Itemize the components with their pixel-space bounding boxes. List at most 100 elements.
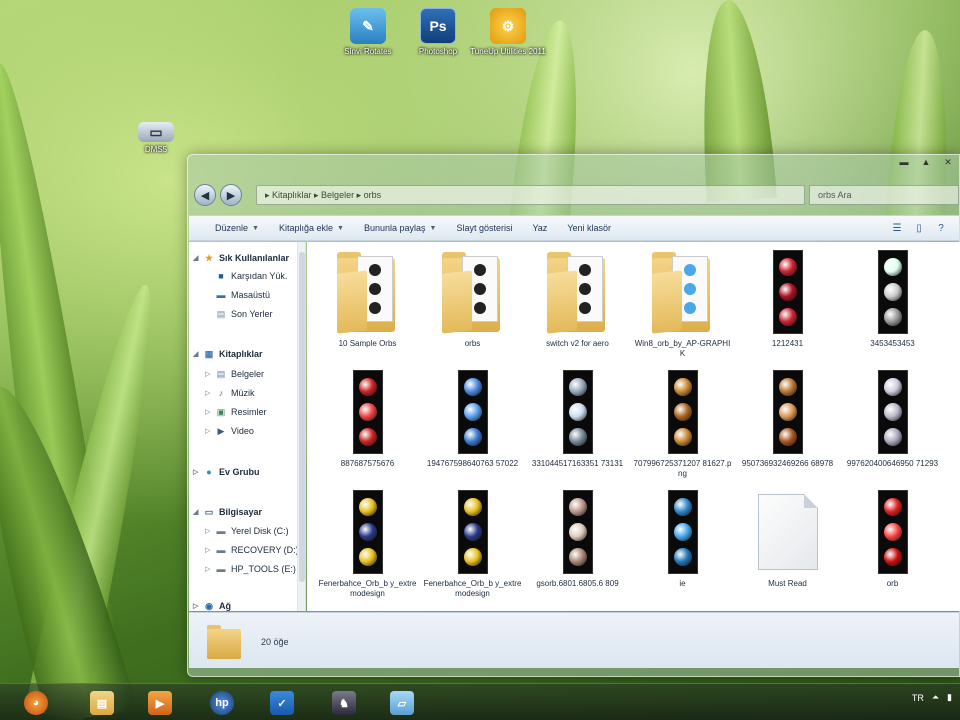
help-icon[interactable]: ?: [933, 221, 949, 235]
nav-label: Sık Kullanılanlar: [219, 253, 290, 263]
forward-button[interactable]: ▶: [220, 184, 242, 206]
nav-recovery[interactable]: ▷ ▬ RECOVERY (D:): [205, 542, 299, 558]
nav-label: RECOVERY (D:): [231, 545, 299, 555]
nav-computer[interactable]: ◢ ▭ Bilgisayar: [193, 504, 262, 520]
organize-label: Düzenle: [215, 223, 249, 233]
item-thumbnail: [323, 488, 413, 576]
taskbar-media-player[interactable]: ▶: [134, 688, 186, 718]
item-thumbnail: [428, 248, 518, 336]
nav-music[interactable]: ▷ ♪ Müzik: [205, 385, 255, 401]
file-item[interactable]: Fenerbahce_Orb_b y_extremodesign: [315, 488, 420, 608]
nav-label: Kitaplıklar: [219, 349, 263, 359]
nav-hp-tools[interactable]: ▷ ▬ HP_TOOLS (E:): [205, 561, 296, 577]
taskbar-notes[interactable]: ▱: [376, 688, 428, 718]
nav-desktop[interactable]: ▬ Masaüstü: [215, 287, 271, 303]
nav-libraries[interactable]: ◢ ▦ Kitaplıklar: [193, 346, 263, 362]
address-bar[interactable]: ▸ Kitaplıklar ▸ Belgeler ▸ orbs: [256, 185, 805, 205]
chevron-down-icon: ▼: [337, 224, 344, 232]
organize-button[interactable]: Düzenle ▼: [205, 218, 269, 238]
item-name: switch v2 for aero: [546, 339, 609, 348]
slideshow-button[interactable]: Slayt gösterisi: [446, 218, 522, 238]
explorer-window: ▬ ▲ ✕ ◀ ▶ ▸ Kitaplıklar ▸ Belgeler ▸ orb…: [187, 154, 960, 677]
nav-label: Son Yerler: [231, 309, 273, 319]
taskbar-explorer[interactable]: ▤: [76, 688, 128, 718]
nav-recent[interactable]: ▤ Son Yerler: [215, 306, 273, 322]
folder-item[interactable]: switch v2 for aero: [525, 248, 630, 368]
address-row: ◀ ▶ ▸ Kitaplıklar ▸ Belgeler ▸ orbs orbs…: [194, 181, 959, 209]
tray-arrow-icon[interactable]: ⏶: [932, 692, 939, 703]
folder-item[interactable]: 10 Sample Orbs: [315, 248, 420, 368]
item-thumbnail: [848, 488, 938, 576]
minimize-button[interactable]: ▬: [893, 155, 915, 169]
computer-icon: ▭: [204, 506, 214, 517]
folder-item[interactable]: orbs: [420, 248, 525, 368]
expand-arrow-icon: ▷: [205, 547, 211, 554]
maximize-button[interactable]: ▲: [915, 155, 937, 169]
nav-favorites[interactable]: ◢ ★ Sık Kullanılanlar: [193, 250, 289, 266]
item-thumbnail: [848, 248, 938, 336]
recent-places-icon: ▤: [216, 308, 226, 319]
nav-label: Ev Grubu: [219, 467, 260, 477]
item-name: gsorb.6801.6805.6 809: [536, 579, 619, 588]
item-name: 331044517163351 73131: [531, 459, 624, 468]
disk-icon: ▬: [216, 526, 226, 536]
file-item[interactable]: 3453453453: [840, 248, 945, 368]
desktop-icon-photoshop[interactable]: Ps Photoshop: [398, 8, 478, 57]
desktop-icon-drive[interactable]: ▭ DMS5: [116, 122, 196, 155]
taskbar-firefox[interactable]: ◕: [10, 688, 62, 718]
file-item[interactable]: 331044517163351 73131: [525, 368, 630, 488]
view-options-icon[interactable]: ☰: [889, 221, 905, 235]
file-item[interactable]: Must Read: [735, 488, 840, 608]
homegroup-icon: ●: [206, 467, 212, 477]
nav-homegroup[interactable]: ▷ ● Ev Grubu: [193, 464, 260, 480]
close-button[interactable]: ✕: [937, 155, 959, 169]
photoshop-icon: Ps: [420, 8, 456, 44]
expand-arrow-icon: ▷: [205, 566, 211, 573]
nav-pictures[interactable]: ▷ ▣ Resimler: [205, 404, 267, 420]
desktop-icon-sinvi[interactable]: ✎ Sinvi Rotates: [328, 8, 408, 57]
share-with-button[interactable]: Bununla paylaş ▼: [354, 218, 446, 238]
add-to-library-button[interactable]: Kitaplığa ekle ▼: [269, 218, 354, 238]
folder-icon: [546, 252, 609, 334]
taskbar-tasks[interactable]: ✓: [256, 688, 308, 718]
desktop-icon-tuneup[interactable]: ⚙ TuneUp Utilities 2011: [468, 8, 548, 57]
item-name: 1212431: [771, 339, 804, 348]
file-item[interactable]: gsorb.6801.6805.6 809: [525, 488, 630, 608]
file-item[interactable]: 707996725371207 81627.png: [630, 368, 735, 488]
file-item[interactable]: ie: [630, 488, 735, 608]
orb-image-icon: [457, 370, 488, 454]
expand-arrow-icon: ◢: [193, 509, 199, 516]
file-item[interactable]: 887687575676: [315, 368, 420, 488]
nav-downloads[interactable]: ■ Karşıdan Yük.: [215, 268, 287, 284]
file-item[interactable]: 194767598640763 57022: [420, 368, 525, 488]
search-input[interactable]: orbs Ara: [809, 185, 959, 205]
taskbar-hp[interactable]: hp: [196, 688, 248, 718]
file-item[interactable]: 950736932469266 68978: [735, 368, 840, 488]
print-button[interactable]: Yaz: [522, 218, 557, 238]
preview-pane-icon[interactable]: ▯: [911, 221, 927, 235]
orb-image-icon: [772, 370, 803, 454]
back-arrow-icon: ◀: [200, 189, 210, 202]
folder-item[interactable]: Win8_orb_by_AP-GRAPHIK: [630, 248, 735, 368]
taskbar-game[interactable]: ♞: [318, 688, 370, 718]
file-item[interactable]: Fenerbahce_Orb_b y_extremodesign: [420, 488, 525, 608]
back-button[interactable]: ◀: [194, 184, 216, 206]
network-status-icon[interactable]: ▮: [947, 692, 952, 703]
item-thumbnail: [428, 368, 518, 456]
orb-image-icon: [877, 250, 908, 334]
new-folder-button[interactable]: Yeni klasör: [557, 218, 621, 238]
file-item[interactable]: 997620400646950 71293: [840, 368, 945, 488]
orb-image-icon: [772, 250, 803, 334]
file-item[interactable]: 1212431: [735, 248, 840, 368]
music-icon: ♪: [218, 388, 224, 398]
nav-network[interactable]: ▷ ◉ Ağ: [193, 598, 231, 612]
nav-local-disk[interactable]: ▷ ▬ Yerel Disk (C:): [205, 523, 289, 539]
network-icon: ◉: [205, 600, 213, 611]
item-thumbnail: [428, 488, 518, 576]
nav-documents[interactable]: ▷ ▤ Belgeler: [205, 366, 264, 382]
language-indicator[interactable]: TR: [912, 693, 924, 703]
scrollbar-thumb[interactable]: [299, 252, 305, 582]
nav-scrollbar[interactable]: [297, 242, 305, 611]
file-item[interactable]: orb: [840, 488, 945, 608]
nav-videos[interactable]: ▷ ▶ Video: [205, 423, 254, 439]
